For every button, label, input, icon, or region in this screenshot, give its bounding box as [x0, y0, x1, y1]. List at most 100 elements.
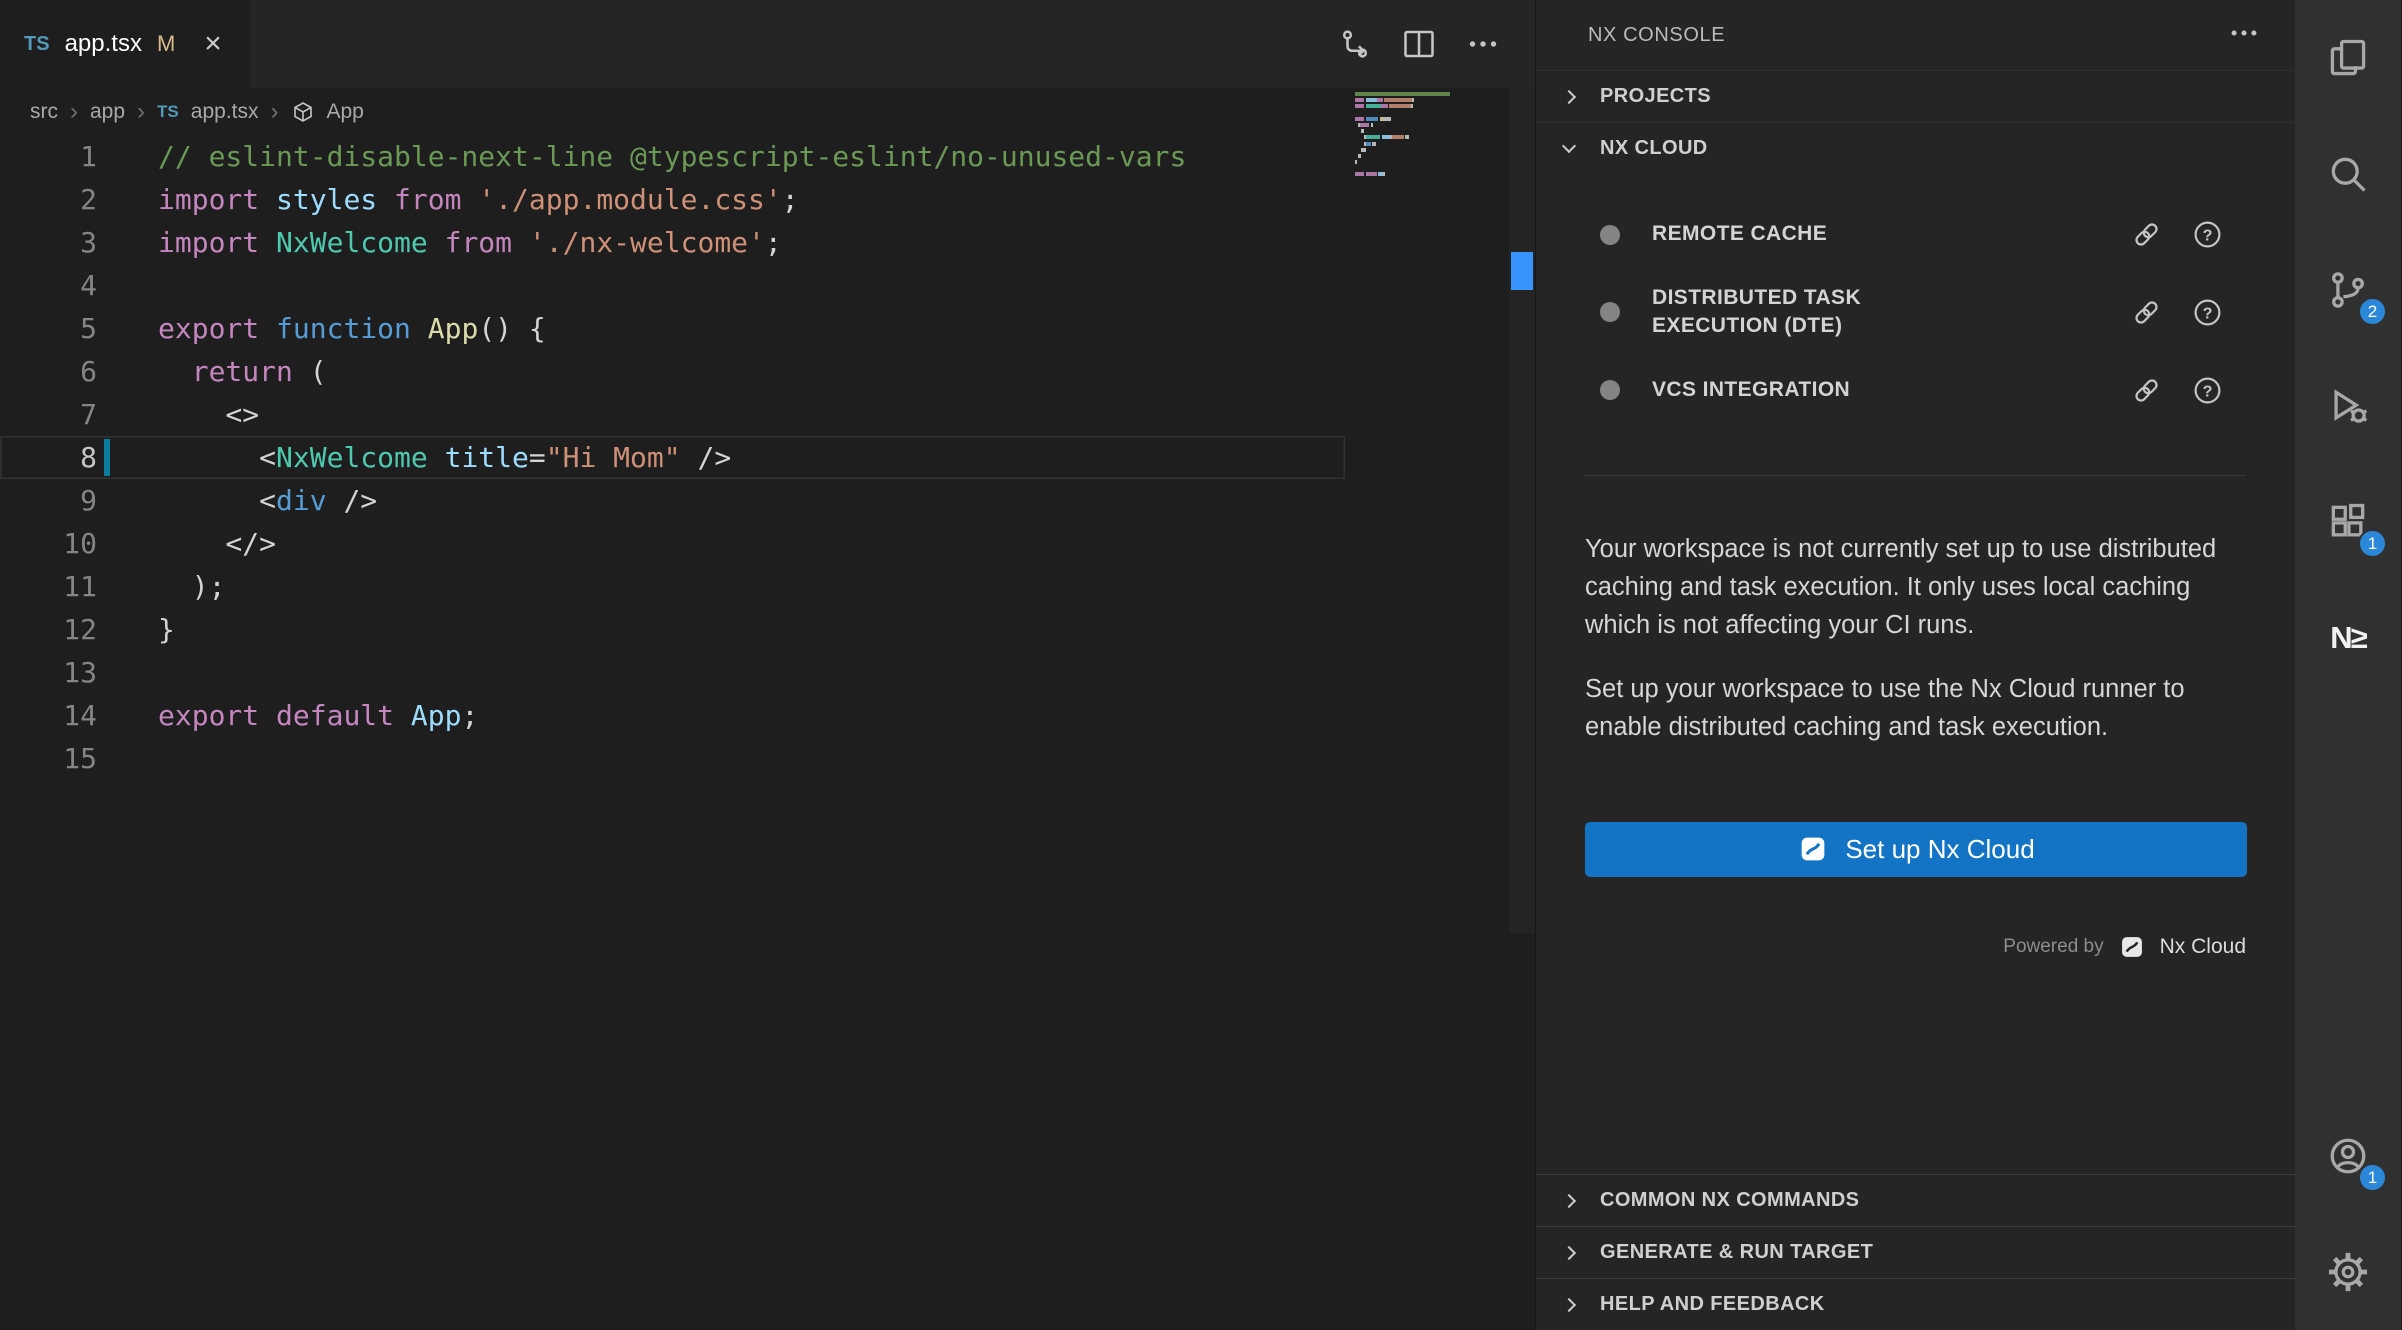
activity-search[interactable] [2295, 116, 2401, 232]
line-number: 14 [0, 694, 97, 737]
typescript-file-icon: TS [157, 102, 179, 122]
cloud-item-label: VCS INTEGRATION [1652, 376, 1850, 404]
code-text: export default App; [97, 694, 478, 737]
gear-icon [2326, 1250, 2370, 1294]
code-line[interactable]: 1// eslint-disable-next-line @typescript… [0, 135, 1345, 178]
setup-hint-text: Set up your workspace to use the Nx Clou… [1585, 670, 2247, 746]
cloud-item-remote-cache[interactable]: REMOTE CACHE ? [1536, 202, 2295, 267]
code-line[interactable]: 8 <NxWelcome title="Hi Mom" /> [0, 436, 1345, 479]
split-editor-icon[interactable] [1401, 26, 1437, 62]
close-icon[interactable]: × [204, 29, 222, 59]
code-text [97, 737, 158, 780]
code-text: <> [97, 393, 259, 436]
section-nx-cloud[interactable]: NX CLOUD [1536, 122, 2295, 174]
breadcrumb-app[interactable]: app [90, 100, 125, 124]
open-changes-icon[interactable] [1337, 26, 1373, 62]
modified-gutter-marker [104, 439, 110, 476]
activity-source-control[interactable]: 2 [2295, 232, 2401, 348]
link-icon[interactable] [2131, 297, 2162, 328]
breadcrumb-file[interactable]: app.tsx [191, 100, 259, 124]
editor-scrollbar[interactable] [1509, 88, 1535, 933]
section-common-nx-commands[interactable]: COMMON NX COMMANDS [1536, 1174, 2295, 1226]
line-number: 12 [0, 608, 97, 651]
powered-by-row: Powered by Nx Cloud [1536, 933, 2246, 961]
line-number: 4 [0, 264, 97, 307]
activity-account[interactable]: 1 [2295, 1098, 2401, 1214]
chevron-right-icon [1562, 89, 1576, 103]
cloud-item-dte[interactable]: DISTRIBUTED TASK EXECUTION (DTE) ? [1536, 267, 2295, 358]
code-line[interactable]: 5export function App() { [0, 307, 1345, 350]
code-line[interactable]: 7 <> [0, 393, 1345, 436]
question-icon[interactable]: ? [2192, 297, 2223, 328]
chevron-right-icon [1562, 1245, 1576, 1259]
section-label: PROJECTS [1600, 85, 1711, 108]
status-dot [1600, 302, 1620, 322]
breadcrumb-separator: › [70, 98, 78, 126]
section-label: HELP AND FEEDBACK [1600, 1293, 1825, 1316]
activity-run-debug[interactable] [2295, 348, 2401, 464]
code-text: </> [97, 522, 276, 565]
code-line[interactable]: 4 [0, 264, 1345, 307]
section-projects[interactable]: PROJECTS [1536, 70, 2295, 122]
code-line[interactable]: 10 </> [0, 522, 1345, 565]
line-number: 6 [0, 350, 97, 393]
files-icon [2326, 36, 2370, 80]
link-icon[interactable] [2131, 219, 2162, 250]
breadcrumb: src › app › TS app.tsx › App [0, 88, 1535, 135]
tab-title: app.tsx [65, 30, 142, 58]
search-icon [2326, 152, 2370, 196]
powered-by-brand: Nx Cloud [2160, 935, 2246, 959]
panel-header: NX CONSOLE [1536, 0, 2295, 70]
account-badge: 1 [2358, 1163, 2387, 1192]
activity-extensions[interactable]: 1 [2295, 464, 2401, 580]
activity-nx-console[interactable]: N≥ [2295, 580, 2401, 696]
nx-console-panel: NX CONSOLE PROJECTS NX CLOUD REMOTE CACH… [1535, 0, 2295, 1330]
code-line[interactable]: 12} [0, 608, 1345, 651]
tab-app-tsx[interactable]: TS app.tsx M × [0, 0, 250, 88]
code-text: export function App() { [97, 307, 546, 350]
activity-explorer[interactable] [2295, 0, 2401, 116]
status-dot [1600, 380, 1620, 400]
nx-logo-icon: N≥ [2330, 620, 2365, 656]
code-text: } [97, 608, 175, 651]
question-icon[interactable]: ? [2192, 219, 2223, 250]
code-line[interactable]: 3import NxWelcome from './nx-welcome'; [0, 221, 1345, 264]
code-line[interactable]: 15 [0, 737, 1345, 780]
code-line[interactable]: 9 <div /> [0, 479, 1345, 522]
breadcrumb-symbol-app[interactable]: App [327, 100, 364, 124]
code-line[interactable]: 11 ); [0, 565, 1345, 608]
line-number: 9 [0, 479, 97, 522]
section-help-and-feedback[interactable]: HELP AND FEEDBACK [1536, 1278, 2295, 1330]
breadcrumb-separator: › [271, 98, 279, 126]
line-number: 8 [0, 436, 97, 479]
setup-nx-cloud-button[interactable]: Set up Nx Cloud [1585, 822, 2247, 877]
setup-button-label: Set up Nx Cloud [1845, 834, 2034, 865]
line-number: 11 [0, 565, 97, 608]
line-number: 2 [0, 178, 97, 221]
chevron-right-icon [1562, 1193, 1576, 1207]
code-line[interactable]: 2import styles from './app.module.css'; [0, 178, 1345, 221]
section-label: GENERATE & RUN TARGET [1600, 1241, 1873, 1264]
more-actions-icon[interactable] [2227, 16, 2261, 50]
link-icon[interactable] [2131, 375, 2162, 406]
activity-settings[interactable] [2295, 1214, 2401, 1330]
more-actions-icon[interactable] [1465, 26, 1501, 62]
line-number: 15 [0, 737, 97, 780]
cloud-item-label: REMOTE CACHE [1652, 220, 1827, 248]
section-generate-run-target[interactable]: GENERATE & RUN TARGET [1536, 1226, 2295, 1278]
status-dot [1600, 225, 1620, 245]
code-line[interactable]: 13 [0, 651, 1345, 694]
cloud-item-vcs[interactable]: VCS INTEGRATION ? [1536, 358, 2295, 423]
powered-by-label: Powered by [2003, 936, 2103, 958]
code-line[interactable]: 6 return ( [0, 350, 1345, 393]
run-debug-icon [2326, 384, 2370, 428]
code-text: ); [97, 565, 225, 608]
code-editor[interactable]: 1// eslint-disable-next-line @typescript… [0, 135, 1535, 1330]
minimap[interactable] [1355, 92, 1505, 185]
symbol-cube-icon [291, 100, 315, 124]
breadcrumb-src[interactable]: src [30, 100, 58, 124]
panel-more-actions[interactable] [2227, 16, 2261, 55]
overview-ruler-decoration [1511, 252, 1533, 290]
question-icon[interactable]: ? [2192, 375, 2223, 406]
code-line[interactable]: 14export default App; [0, 694, 1345, 737]
